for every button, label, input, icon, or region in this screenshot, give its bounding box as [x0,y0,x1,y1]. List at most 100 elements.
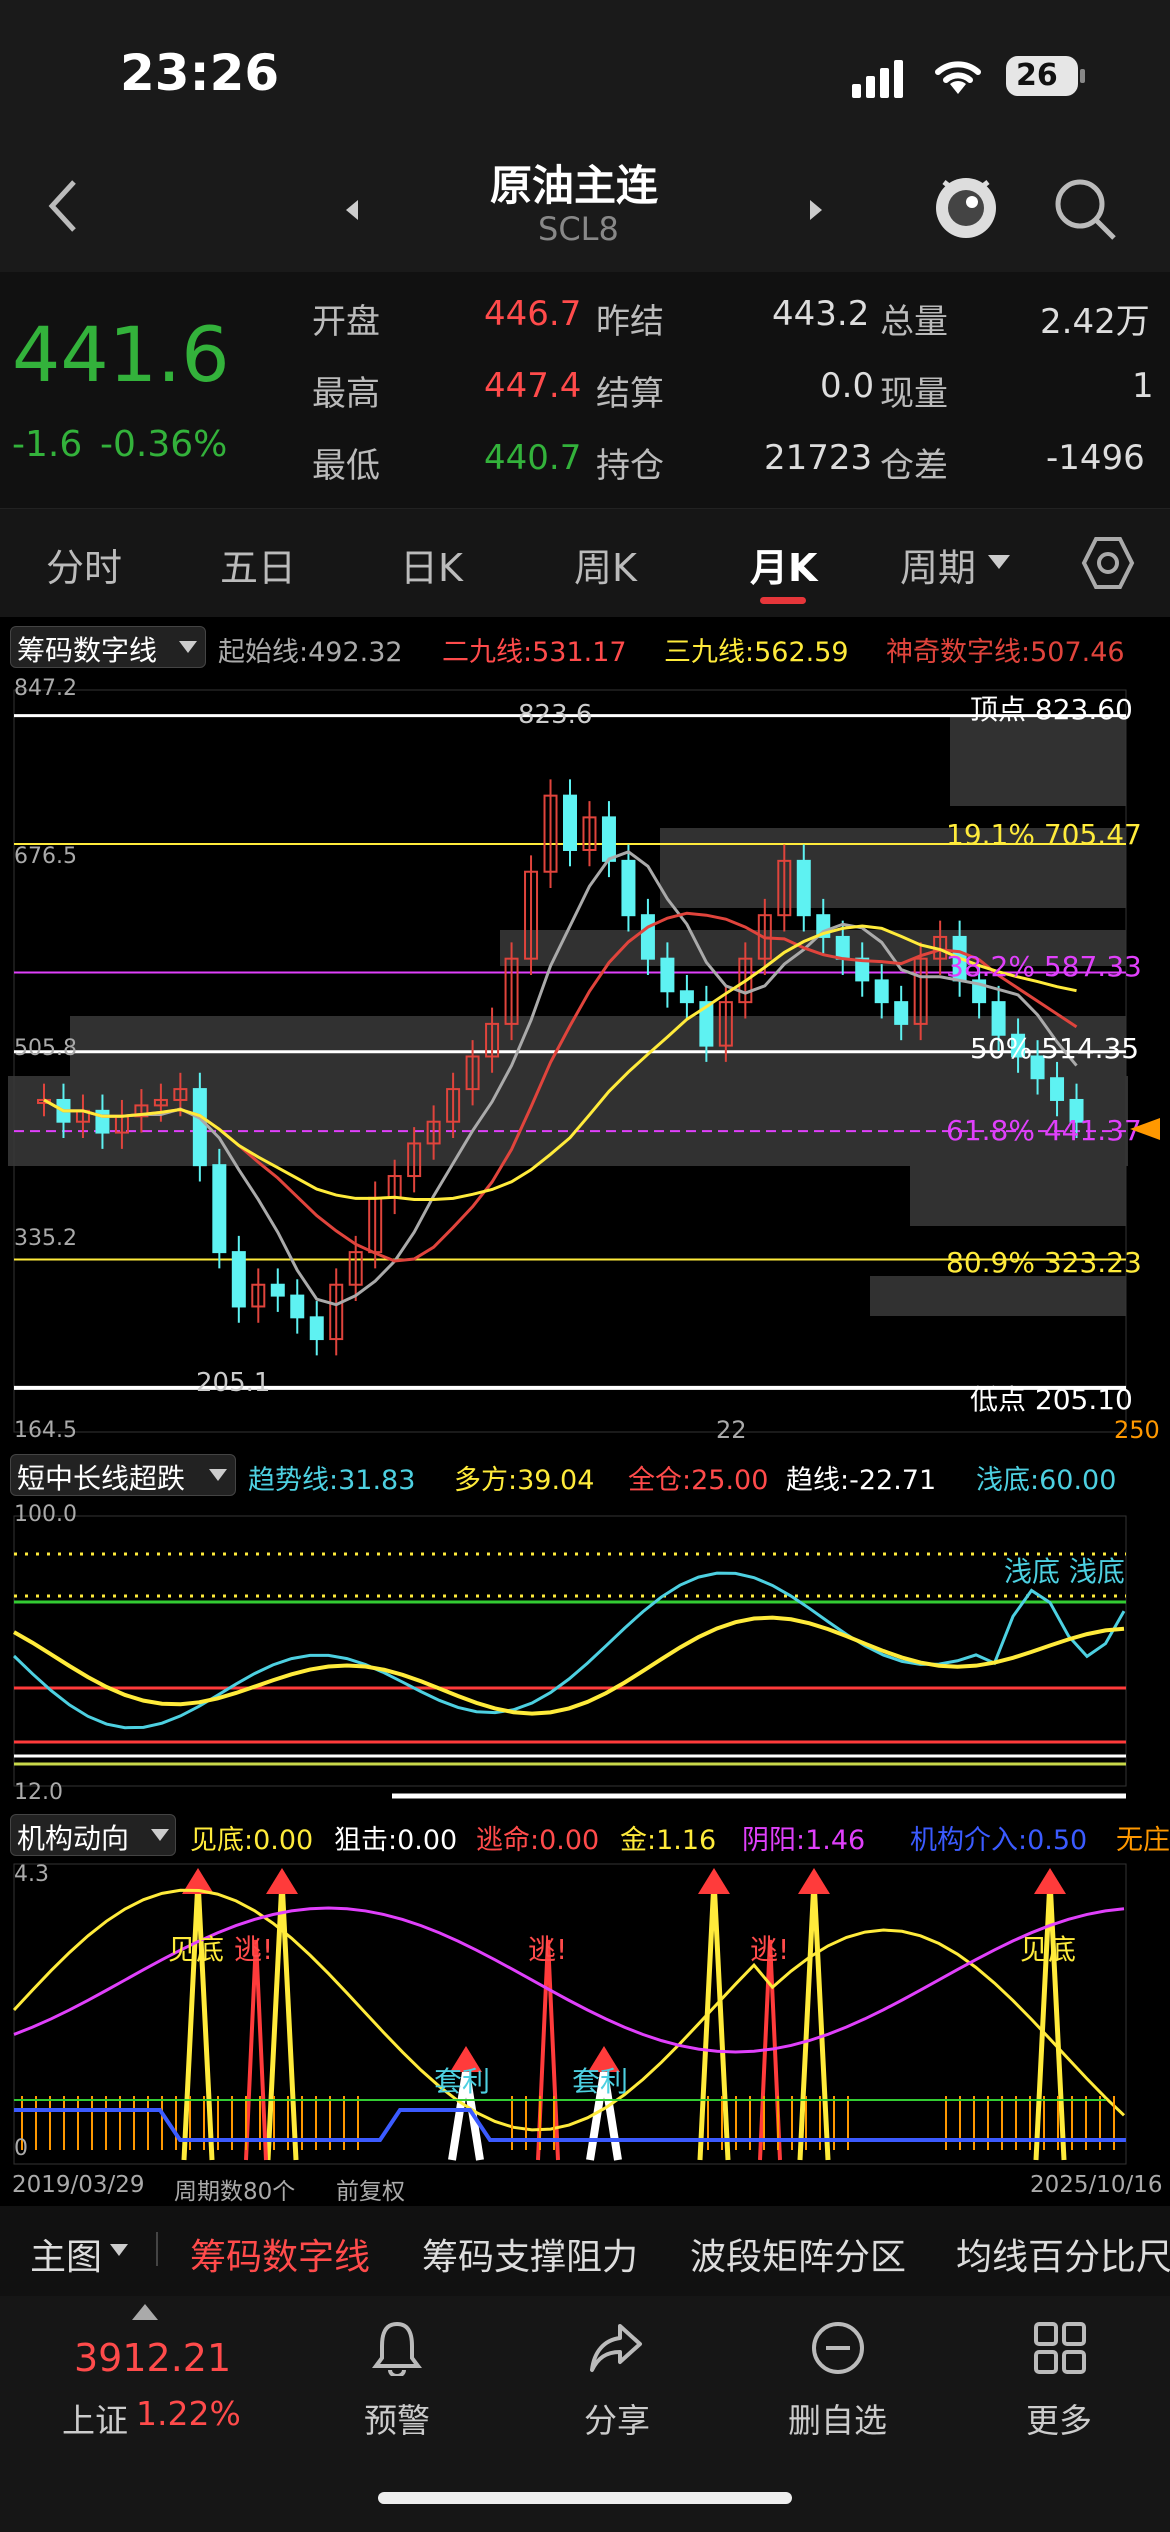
chip-box-5 [910,1166,1126,1226]
osc-shallow-label: 浅底 浅底 [1004,1555,1125,1588]
oi-change-label: 仓差 [880,446,948,486]
bottom-spike-3 [797,1879,831,2161]
tab-active-indicator [760,597,806,604]
toolbar-alert-label[interactable]: 预警 [364,2394,430,2442]
main-chart-selector[interactable]: 主图 [30,2228,102,2280]
adjust-mode: 前复权 [336,2179,405,2205]
candle-body [796,859,811,917]
osc-frame [13,1515,1127,1787]
indicator-tabs: 主图 筹码数字线 筹码支撑阻力 波段矩阵分区 均线百分比尺 [0,2206,1170,2296]
osc-bottom-label: 12.0 [14,1780,63,1805]
remove-circle-icon[interactable] [810,2320,866,2376]
home-indicator [378,2492,792,2504]
search-icon[interactable] [1054,178,1118,242]
osc-svg [12,1515,1127,1799]
toolbar-more-label[interactable]: 更多 [1026,2394,1092,2442]
mark-escape-3: 逃! [750,1933,790,1966]
status-bar: 23:26 26 [0,0,1170,140]
oi-change-value: -1496 [1046,438,1145,478]
tab-intraday[interactable]: 分时 [46,537,122,592]
bull-line [13,1615,1125,1716]
high-price-label: 823.6 [518,700,593,730]
battery-level: 26 [1016,58,1058,93]
toolbar-share-label[interactable]: 分享 [584,2394,650,2442]
tab-divider [156,2232,158,2266]
current-volume-value: 1 [1132,366,1154,406]
price-change-pct: -0.36% [100,424,228,465]
index-value[interactable]: 3912.21 [74,2336,231,2380]
mark-escape-2: 逃! [528,1933,568,1966]
escape-spike-0 [244,1939,268,2161]
arrow-up-icon [698,1868,730,1894]
index-pct: 1.22% [136,2394,241,2433]
grid-icon[interactable] [1034,2322,1086,2374]
back-icon[interactable] [44,178,84,234]
candle-body [231,1251,246,1308]
chevron-down-icon [988,555,1010,569]
bell-icon[interactable] [372,2320,422,2376]
level-bottom: 低点 205.10 [970,1383,1133,1416]
date-start: 2019/03/29 [12,2172,145,2198]
chip-box-3 [70,1016,1126,1076]
mascot-icon[interactable] [930,168,1002,244]
level-top: 顶点 823.60 [970,693,1133,726]
indicator-tab-matrix[interactable]: 波段矩阵分区 [690,2228,906,2280]
prev-contract-icon[interactable] [344,200,360,220]
bottom-toolbar: 3912.21 上证 1.22% 预警 分享 删自选 更多 [0,2296,1170,2532]
mark-bottom-1: 见底 [168,1933,225,1966]
last-price: 441.6 [12,310,230,399]
next-contract-icon[interactable] [808,200,824,220]
mark-bottom-2: 见底 [1020,1933,1077,1966]
indicator-tab-chip-line[interactable]: 筹码数字线 [190,2228,370,2280]
institution-panel[interactable]: 机构动向 见底:0.00 狙击:0.00 逃命:0.00 金:1.16 阴阳:1… [0,1810,1170,2206]
candle-body [563,794,577,851]
low-value: 440.7 [484,438,582,478]
toolbar-remove-label[interactable]: 删自选 [788,2394,887,2442]
contract-code: SCL8 [538,210,619,248]
bottom-spike-0 [181,1879,215,2161]
quote-panel: 441.6 -1.6 -0.36% 开盘 446.7 昨结 443.2 总量 2… [0,272,1170,508]
tab-weekly-k[interactable]: 周K [574,537,637,592]
indicator-tab-support[interactable]: 筹码支撑阻力 [422,2228,638,2280]
page-title: 原油主连 [490,161,659,210]
candle-body [874,979,889,1004]
chip-box-6 [870,1276,1126,1316]
candle-body [660,957,675,993]
mark-profit-2: 套利 [572,2065,629,2098]
low-price-label: 205.1 [196,1368,271,1398]
indicator-tab-ma-pct[interactable]: 均线百分比尺 [956,2228,1170,2280]
candle-body [894,1001,909,1025]
axis-bottom-label: 164.5 [14,1418,77,1443]
signal-icon [852,58,906,98]
period-tabs: 分时 五日 日K 周K 月K 周期 [0,508,1170,617]
current-price-marker-icon [1130,1118,1160,1140]
open-interest-label: 持仓 [596,446,664,486]
axis-label-1: 676.5 [14,844,77,869]
status-time: 23:26 [120,44,280,102]
share-icon[interactable] [588,2322,644,2374]
tab-period[interactable]: 周期 [900,537,976,592]
date-end: 2025/10/16 [1030,2172,1163,2198]
mark-escape-1: 逃! [234,1933,274,1966]
main-kline-chart[interactable]: 筹码数字线 起始线:492.32 二九线:531.17 三九线:562.59 神… [0,616,1170,1446]
low-label: 最低 [312,446,380,486]
oversold-panel[interactable]: 短中长线超跌 趋势线:31.83 多方:39.04 全仓:25.00 趋线:-2… [0,1446,1170,1810]
candle-body [1050,1077,1065,1101]
tab-five-day[interactable]: 五日 [220,537,296,592]
inst-top-label: 4.3 [14,1862,49,1887]
candle-body [621,859,636,917]
candle-body [270,1283,285,1297]
arrow-up-icon [798,1868,830,1894]
level-19-1: 19.1% 705.47 [946,818,1142,851]
nav-header: 原油主连 SCL8 [0,140,1170,272]
settings-icon[interactable] [1080,533,1136,593]
high-value: 447.4 [484,366,582,406]
inst-zero-label: 0 [14,2136,28,2161]
tab-monthly-k[interactable]: 月K [750,537,817,592]
tab-daily-k[interactable]: 日K [400,537,463,592]
battery-icon: 26 [1006,56,1086,96]
gold-line [12,1888,1126,2132]
open-value: 446.7 [484,294,582,334]
candle-body [640,914,655,960]
candle-body [679,990,694,1004]
